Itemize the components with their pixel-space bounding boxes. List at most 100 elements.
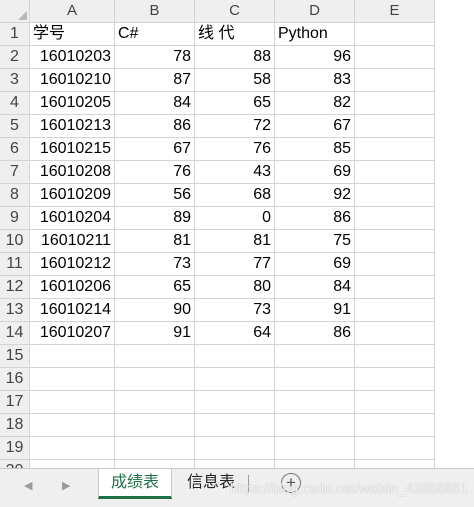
cell-e4[interactable] (355, 92, 435, 115)
row-header[interactable]: 14 (0, 322, 30, 345)
cell-e6[interactable] (355, 138, 435, 161)
cell-c4[interactable]: 65 (195, 92, 275, 115)
cell-c17[interactable] (195, 391, 275, 414)
next-sheet-icon[interactable]: ▶ (62, 479, 70, 492)
tab-sheet-scores[interactable]: 成绩表 (98, 469, 172, 499)
row-header[interactable]: 3 (0, 69, 30, 92)
cell-c9[interactable]: 0 (195, 207, 275, 230)
cell-d11[interactable]: 69 (275, 253, 355, 276)
cell-c10[interactable]: 81 (195, 230, 275, 253)
cell-d16[interactable] (275, 368, 355, 391)
cell-e8[interactable] (355, 184, 435, 207)
cell-e14[interactable] (355, 322, 435, 345)
column-header-c[interactable]: C (195, 0, 275, 23)
select-all-corner[interactable] (0, 0, 30, 23)
prev-sheet-icon[interactable]: ◀ (24, 479, 32, 492)
column-header-a[interactable]: A (30, 0, 115, 23)
cell-d19[interactable] (275, 437, 355, 460)
cell-b2[interactable]: 78 (115, 46, 195, 69)
cell-b7[interactable]: 76 (115, 161, 195, 184)
cell-a14[interactable]: 16010207 (30, 322, 115, 345)
cell-a7[interactable]: 16010208 (30, 161, 115, 184)
cell-b4[interactable]: 84 (115, 92, 195, 115)
cell-a1[interactable]: 学号 (30, 23, 115, 46)
cell-a3[interactable]: 16010210 (30, 69, 115, 92)
cell-d13[interactable]: 91 (275, 299, 355, 322)
row-header[interactable]: 2 (0, 46, 30, 69)
cell-e19[interactable] (355, 437, 435, 460)
cell-b8[interactable]: 56 (115, 184, 195, 207)
cell-e3[interactable] (355, 69, 435, 92)
cell-a2[interactable]: 16010203 (30, 46, 115, 69)
cell-d17[interactable] (275, 391, 355, 414)
cell-c14[interactable]: 64 (195, 322, 275, 345)
cell-b1[interactable]: C# (115, 23, 195, 46)
cell-d7[interactable]: 69 (275, 161, 355, 184)
cell-e16[interactable] (355, 368, 435, 391)
cell-c6[interactable]: 76 (195, 138, 275, 161)
cell-c2[interactable]: 88 (195, 46, 275, 69)
cell-b12[interactable]: 65 (115, 276, 195, 299)
column-header-b[interactable]: B (115, 0, 195, 23)
cell-b18[interactable] (115, 414, 195, 437)
column-header-e[interactable]: E (355, 0, 435, 23)
row-header[interactable]: 15 (0, 345, 30, 368)
cell-a13[interactable]: 16010214 (30, 299, 115, 322)
cell-e15[interactable] (355, 345, 435, 368)
row-header[interactable]: 7 (0, 161, 30, 184)
cell-b11[interactable]: 73 (115, 253, 195, 276)
cell-e17[interactable] (355, 391, 435, 414)
cell-b16[interactable] (115, 368, 195, 391)
cell-d8[interactable]: 92 (275, 184, 355, 207)
cell-a12[interactable]: 16010206 (30, 276, 115, 299)
cell-b5[interactable]: 86 (115, 115, 195, 138)
cell-b20[interactable] (115, 460, 195, 468)
cell-a5[interactable]: 16010213 (30, 115, 115, 138)
cell-a4[interactable]: 16010205 (30, 92, 115, 115)
cell-a8[interactable]: 16010209 (30, 184, 115, 207)
cell-b3[interactable]: 87 (115, 69, 195, 92)
row-header[interactable]: 9 (0, 207, 30, 230)
cell-c1[interactable]: 线 代 (195, 23, 275, 46)
row-header[interactable]: 5 (0, 115, 30, 138)
row-header[interactable]: 16 (0, 368, 30, 391)
cell-c18[interactable] (195, 414, 275, 437)
cell-d6[interactable]: 85 (275, 138, 355, 161)
cell-e13[interactable] (355, 299, 435, 322)
cell-a19[interactable] (30, 437, 115, 460)
cell-d5[interactable]: 67 (275, 115, 355, 138)
cell-a20[interactable] (30, 460, 115, 468)
cell-d3[interactable]: 83 (275, 69, 355, 92)
cell-b19[interactable] (115, 437, 195, 460)
cell-e11[interactable] (355, 253, 435, 276)
cell-e18[interactable] (355, 414, 435, 437)
cell-d9[interactable]: 86 (275, 207, 355, 230)
cell-a9[interactable]: 16010204 (30, 207, 115, 230)
cell-d18[interactable] (275, 414, 355, 437)
cell-d4[interactable]: 82 (275, 92, 355, 115)
cell-e7[interactable] (355, 161, 435, 184)
row-header[interactable]: 11 (0, 253, 30, 276)
cell-c16[interactable] (195, 368, 275, 391)
cell-e20[interactable] (355, 460, 435, 468)
cell-c20[interactable] (195, 460, 275, 468)
cell-b13[interactable]: 90 (115, 299, 195, 322)
cell-b9[interactable]: 89 (115, 207, 195, 230)
row-header[interactable]: 20 (0, 460, 30, 468)
cell-c8[interactable]: 68 (195, 184, 275, 207)
cell-b6[interactable]: 67 (115, 138, 195, 161)
cell-a17[interactable] (30, 391, 115, 414)
cell-c15[interactable] (195, 345, 275, 368)
cell-d2[interactable]: 96 (275, 46, 355, 69)
row-header[interactable]: 4 (0, 92, 30, 115)
cell-c11[interactable]: 77 (195, 253, 275, 276)
cell-c3[interactable]: 58 (195, 69, 275, 92)
cell-b17[interactable] (115, 391, 195, 414)
row-header[interactable]: 19 (0, 437, 30, 460)
cell-c7[interactable]: 43 (195, 161, 275, 184)
column-header-d[interactable]: D (275, 0, 355, 23)
cell-c19[interactable] (195, 437, 275, 460)
row-header[interactable]: 17 (0, 391, 30, 414)
cell-a18[interactable] (30, 414, 115, 437)
row-header[interactable]: 1 (0, 23, 30, 46)
